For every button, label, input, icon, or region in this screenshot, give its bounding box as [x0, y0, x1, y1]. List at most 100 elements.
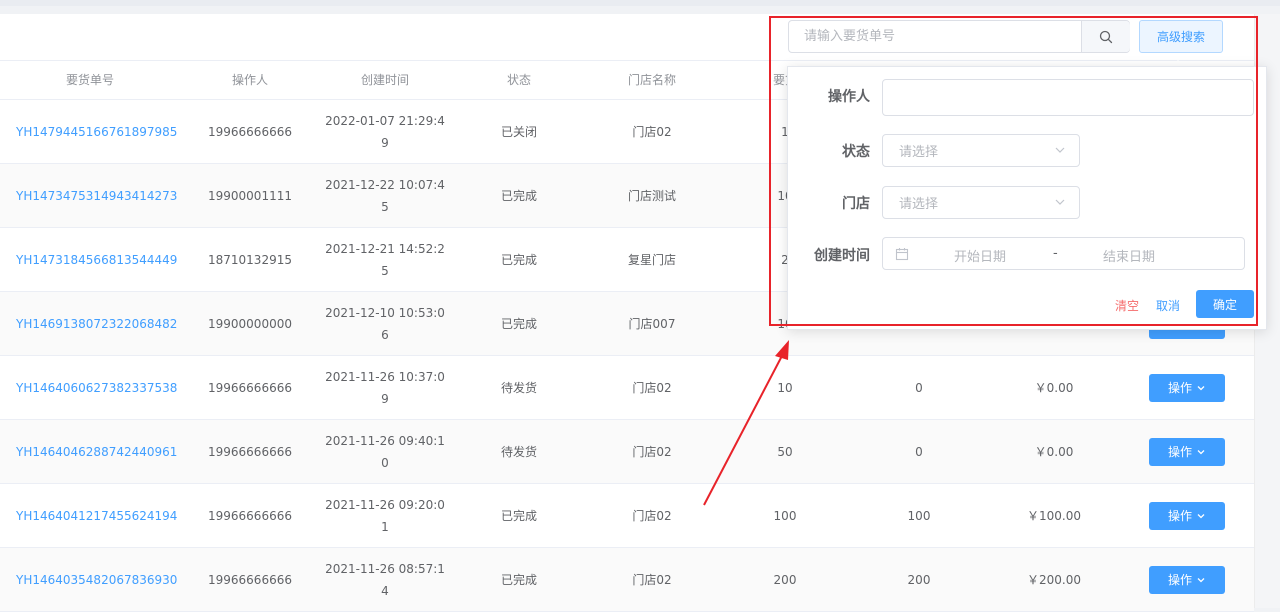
store-cell: 门店02	[632, 444, 672, 459]
table-row: YH1464035482067836930 19966666666 2021-1…	[0, 548, 1254, 612]
created-time-line-2: 0	[381, 455, 389, 470]
clear-button[interactable]: 清空	[1115, 297, 1139, 314]
order-number-link[interactable]: YH1479445166761897985	[16, 100, 186, 163]
store-cell: 门店02	[632, 124, 672, 139]
amount-cell: ￥0.00	[1034, 444, 1074, 459]
status-cell: 已完成	[500, 572, 537, 587]
action-dropdown-button[interactable]: 操作	[1149, 565, 1225, 594]
created-time-line-1: 2021-11-26 10:37:0	[325, 369, 445, 384]
store-cell: 门店02	[632, 380, 672, 395]
search-button[interactable]	[1081, 21, 1130, 52]
status-cell: 已完成	[500, 252, 537, 267]
created-time-line-1: 2021-12-21 14:52:2	[325, 241, 445, 256]
chevron-down-icon	[1055, 147, 1065, 153]
store-cell: 门店02	[632, 572, 672, 587]
action-cell: 操作	[1140, 484, 1234, 547]
shipped-qty-cell: 0	[915, 444, 923, 459]
col-header-store: 门店名称	[627, 73, 676, 87]
request-qty-cell: 50	[777, 444, 793, 459]
action-cell: 操作	[1140, 548, 1234, 611]
table-row: YH1464041217455624194 19966666666 2021-1…	[0, 484, 1254, 548]
col-header-created-time: 创建时间	[360, 73, 409, 87]
order-search-input[interactable]	[789, 21, 1081, 52]
request-qty-cell: 10	[777, 380, 793, 395]
action-dropdown-button[interactable]: 操作	[1149, 437, 1225, 466]
created-date-range-picker[interactable]: 开始日期 - 结束日期	[882, 237, 1245, 270]
operator-cell: 19966666666	[208, 380, 292, 395]
status-cell: 已完成	[500, 316, 537, 331]
action-label: 操作	[1167, 444, 1192, 459]
status-cell: 已完成	[500, 188, 537, 203]
col-header-operator: 操作人	[231, 73, 268, 87]
created-time-line-1: 2021-11-26 09:20:0	[325, 497, 445, 512]
chevron-down-icon	[1197, 449, 1205, 454]
created-time-line-1: 2021-11-26 09:40:1	[325, 433, 445, 448]
created-time-line-2: 9	[381, 391, 389, 406]
action-label: 操作	[1167, 508, 1192, 523]
status-field-label: 状态	[842, 144, 870, 160]
action-dropdown-button[interactable]: 操作	[1149, 501, 1225, 530]
store-select[interactable]: 请选择	[882, 186, 1080, 219]
created-time-line-2: 6	[381, 327, 389, 342]
confirm-button[interactable]: 确定	[1196, 290, 1254, 318]
shipped-qty-cell: 0	[915, 380, 923, 395]
status-select-placeholder: 请选择	[899, 145, 939, 160]
store-cell: 门店02	[632, 508, 672, 523]
amount-cell: ￥0.00	[1034, 380, 1074, 395]
order-number-link[interactable]: YH1464035482067836930	[16, 548, 186, 611]
created-time-line-2: 9	[381, 135, 389, 150]
end-date-placeholder: 结束日期	[1103, 250, 1156, 265]
chevron-down-icon	[1197, 513, 1205, 518]
created-time-cell: 2021-12-22 10:07:4 5	[320, 164, 450, 227]
request-qty-cell: 200	[773, 572, 797, 587]
operator-cell: 19900001111	[208, 188, 292, 203]
start-date-placeholder: 开始日期	[954, 250, 1007, 265]
shipped-qty-cell: 200	[907, 572, 931, 587]
created-time-line-1: 2021-12-22 10:07:4	[325, 177, 445, 192]
order-number-link[interactable]: YH1464060627382337538	[16, 356, 186, 419]
store-cell: 门店测试	[627, 188, 676, 203]
operator-input[interactable]	[882, 79, 1254, 116]
order-number-link[interactable]: YH1464046288742440961	[16, 420, 186, 483]
created-time-cell: 2021-11-26 08:57:1 4	[320, 548, 450, 611]
created-time-line-1: 2022-01-07 21:29:4	[325, 113, 445, 128]
operator-cell: 19966666666	[208, 572, 292, 587]
status-cell: 待发货	[500, 444, 537, 459]
cancel-button[interactable]: 取消	[1156, 297, 1180, 314]
order-number-link[interactable]: YH1473184566813544449	[16, 228, 186, 291]
col-header-status: 状态	[506, 73, 531, 87]
advanced-search-button[interactable]: 高级搜索	[1139, 20, 1223, 53]
operator-cell: 19966666666	[208, 444, 292, 459]
status-select[interactable]: 请选择	[882, 134, 1080, 167]
operator-cell: 19966666666	[208, 508, 292, 523]
created-time-cell: 2021-11-26 09:20:0 1	[320, 484, 450, 547]
created-time-line-1: 2021-11-26 08:57:1	[325, 561, 445, 576]
order-number-link[interactable]: YH1473475314943414273	[16, 164, 186, 227]
chevron-down-icon	[1055, 199, 1065, 205]
store-cell: 复星门店	[627, 252, 676, 267]
range-separator: -	[1053, 246, 1058, 261]
action-dropdown-button[interactable]: 操作	[1149, 373, 1225, 402]
created-time-field-label: 创建时间	[814, 248, 870, 264]
chevron-down-icon	[1197, 577, 1205, 582]
calendar-icon	[895, 248, 909, 261]
operator-cell: 18710132915	[208, 252, 292, 267]
order-search-box	[788, 20, 1130, 53]
created-time-cell: 2021-12-21 14:52:2 5	[320, 228, 450, 291]
action-cell: 操作	[1140, 356, 1234, 419]
table-row: YH1464046288742440961 19966666666 2021-1…	[0, 420, 1254, 484]
search-icon	[1099, 30, 1113, 43]
operator-cell: 19966666666	[208, 124, 292, 139]
operator-cell: 19900000000	[208, 316, 292, 331]
order-number-link[interactable]: YH1464041217455624194	[16, 484, 186, 547]
created-time-cell: 2022-01-07 21:29:4 9	[320, 100, 450, 163]
order-number-link[interactable]: YH1469138072322068482	[16, 292, 186, 355]
created-time-line-2: 5	[381, 199, 389, 214]
request-qty-cell: 100	[773, 508, 797, 523]
amount-cell: ￥100.00	[1027, 508, 1081, 523]
store-select-placeholder: 请选择	[899, 197, 939, 212]
status-cell: 已完成	[500, 508, 537, 523]
amount-cell: ￥200.00	[1027, 572, 1081, 587]
store-field-label: 门店	[842, 196, 870, 212]
table-row: YH1464060627382337538 19966666666 2021-1…	[0, 356, 1254, 420]
